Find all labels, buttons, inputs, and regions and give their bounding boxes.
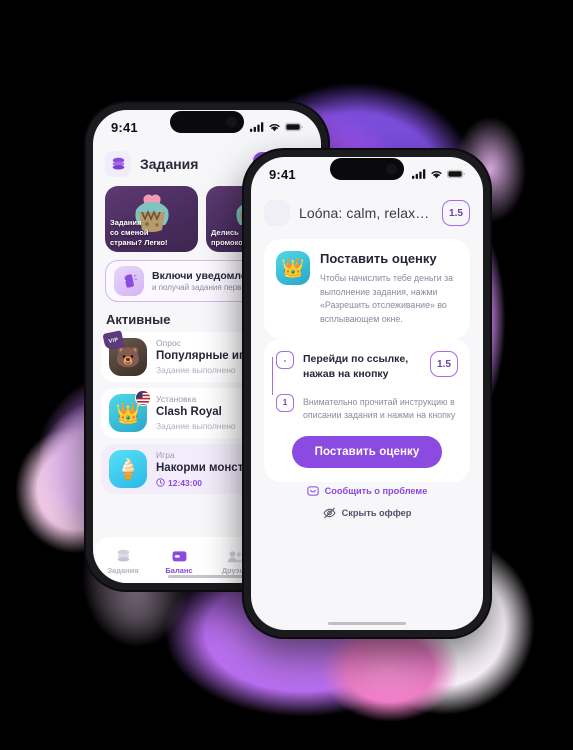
rate-card-title: Поставить оценку [320,251,437,266]
signal-icon [250,122,264,132]
battery-icon [447,169,465,179]
tab-balance[interactable]: Баланс [151,550,207,575]
phone-notify-icon [114,266,144,296]
home-indicator [328,621,406,625]
promo-card[interactable]: Задания со сменой страны? Легко! [105,186,198,252]
eye-off-icon [323,507,336,519]
wallet-icon [172,550,186,561]
price-badge: 1.5 [442,200,470,226]
clock-icon [156,478,165,487]
tab-tasks[interactable]: Задания [95,549,151,575]
layers-logo-icon [112,157,124,170]
step-bullet: 1 [276,393,294,412]
promo-card-text: Задания со сменой страны? Легко! [110,217,168,247]
task-text: Установка Clash Royal Задание выполнено [156,394,236,432]
task-icon: 👑 [109,390,151,432]
step-row-2: 1 Внимательно прочитай инструкцию в опис… [276,393,458,422]
report-problem-label: Сообщить о проблеме [324,486,428,496]
section-title-active: Активные [106,312,171,327]
offer-header: Loóna: calm, relax and… 1.5 [251,193,483,233]
battery-icon [285,122,303,132]
message-icon [307,486,319,496]
clash-royal-icon: 👑 [276,251,310,285]
wifi-icon [269,124,280,132]
step-row-1: - Перейди по ссылке, нажав на кнопку 1.5 [276,351,458,382]
us-flag-icon [135,390,151,406]
step-2-text: Внимательно прочитай инструкцию в описан… [303,396,456,420]
status-time: 9:41 [111,119,138,135]
step-bullet: - [276,351,294,369]
task-timer: 12:43:00 [156,478,257,488]
friends-icon [227,550,243,562]
task-icon: 🐻 VIP [102,330,147,376]
signal-icon [412,169,426,179]
front-camera-icon [226,116,237,128]
tab-label: Баланс [165,565,193,575]
layers-icon [117,549,129,562]
rate-cta-button[interactable]: Поставить оценку [292,436,442,469]
hide-offer-link[interactable]: Скрыть оффер [251,507,483,519]
front-camera-icon [386,163,397,175]
status-time: 9:41 [269,166,296,182]
rate-card-description: Чтобы начислить тебе деньги за выполнени… [320,273,454,324]
step-price-value: 1.5 [437,358,451,370]
dynamic-island [330,158,404,180]
home-indicator [168,574,246,578]
step-connector-line [271,357,273,395]
report-problem-link[interactable]: Сообщить о проблеме [251,485,483,497]
status-icons [250,122,303,132]
rate-instruction-card: 👑 Поставить оценку Чтобы начислить тебе … [264,239,470,339]
app-placeholder-icon [264,200,290,226]
step-price-badge: 1.5 [430,351,458,377]
status-icons [412,169,465,179]
wifi-icon [431,171,442,179]
offer-title: Loóna: calm, relax and… [299,205,433,221]
dynamic-island [170,111,244,133]
page-title: Задания [140,156,199,172]
timer-value: 12:43:00 [168,477,203,488]
task-status: Задание выполнено [156,420,236,431]
steps-card: - Перейди по ссылке, нажав на кнопку 1.5… [264,339,470,483]
front-phone-mockup: 9:41 Loóna: calm, relax a 1.5 👑 Поставит… [244,150,490,637]
hide-offer-label: Скрыть оффер [341,508,412,518]
task-name: Накорми монстра [156,462,257,475]
monster-icon: 🍦 [109,450,147,488]
task-icon: 🍦 [109,450,147,488]
step-1-text: Перейди по ссылке, нажав на кнопку [303,353,409,380]
app-logo-chip[interactable] [105,151,131,177]
screenshot-stage: 9:41 Задания Задания со сменой страны? Л… [0,0,573,750]
tab-label: Задания [107,566,139,575]
price-value: 1.5 [449,207,463,219]
task-name: Clash Royal [156,406,222,419]
task-text: Игра Накорми монстра 12:43:00 [156,450,257,488]
task-category: Установка [156,394,197,405]
front-phone-screen: 9:41 Loóna: calm, relax a 1.5 👑 Поставит… [251,157,483,630]
task-category: Игра [156,450,175,461]
